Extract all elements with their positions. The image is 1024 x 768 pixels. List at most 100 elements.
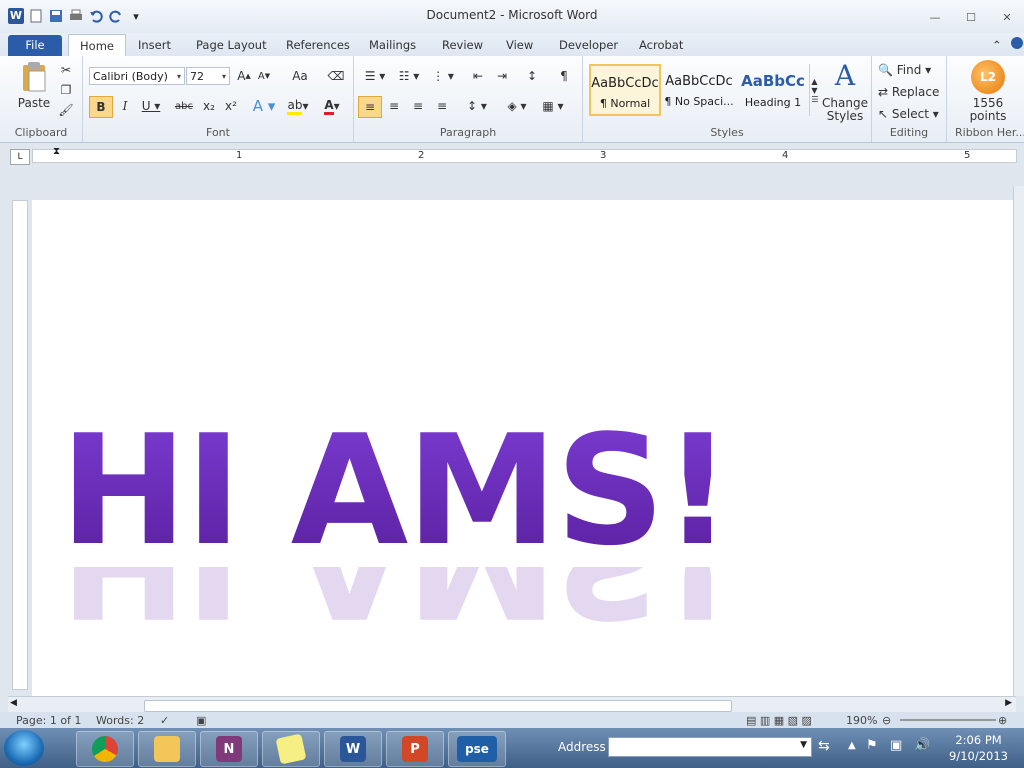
help-icon[interactable] [1010,36,1024,54]
tab-review[interactable]: Review [442,36,483,54]
style-normal[interactable]: AaBbCcDc ¶ Normal [589,64,661,116]
view-buttons-icon[interactable]: ▤ ▥ ▦ ▧ ▨ [746,714,812,727]
justify-icon[interactable]: ≡ [432,96,452,116]
taskbar-pse[interactable]: pse [448,731,506,767]
change-styles-icon[interactable]: A [823,59,867,92]
subscript-button[interactable]: x₂ [199,96,219,116]
ruler-bar[interactable]: ⧗ 1 2 3 4 5 [32,146,1017,163]
document-page[interactable]: HI AMS! HI AMS! [32,200,1017,696]
increase-indent-icon[interactable]: ⇥ [492,68,512,84]
font-family-select[interactable]: Calibri (Body) ▾ [89,67,185,85]
find-button[interactable]: 🔍 Find ▾ [878,62,942,78]
style-no-spacing[interactable]: AaBbCcDc ¶ No Spaci... [663,64,735,116]
word-count[interactable]: Words: 2 [96,714,144,727]
change-styles-button[interactable]: Change Styles [821,96,869,124]
tab-selector-icon[interactable]: L [10,149,30,165]
tab-insert[interactable]: Insert [138,36,171,54]
multilevel-list-icon[interactable]: ⋮ ▾ [428,68,458,84]
proofing-icon[interactable]: ✓ [160,714,169,727]
paste-icon[interactable] [14,60,54,94]
taskbar-word[interactable]: W [324,731,382,767]
shading-icon[interactable]: ◈ ▾ [502,96,532,116]
network-icon[interactable]: ▣ [890,738,902,753]
italic-button[interactable]: I [115,96,135,116]
tab-developer[interactable]: Developer [559,36,618,54]
start-button[interactable] [4,730,44,766]
superscript-button[interactable]: x² [221,96,241,116]
style-no-spacing-preview: AaBbCcDc [665,74,733,89]
font-color-icon[interactable]: A ▾ [317,96,347,116]
tab-file[interactable]: File [8,35,62,56]
styles-gallery-scroll[interactable]: ▲ ▼ ☰ [809,64,820,116]
zoom-level[interactable]: 190% [846,714,877,727]
shrink-font-icon[interactable]: A ▼ [255,68,273,84]
bullets-icon[interactable]: ☰ ▾ [360,68,390,84]
zoom-in-icon[interactable]: ⊕ [998,714,1007,727]
underline-button[interactable]: U ▾ [139,96,163,116]
change-case-button[interactable]: Aa [287,68,313,84]
tab-acrobat[interactable]: Acrobat [639,36,683,54]
horizontal-scroll-thumb[interactable] [144,700,732,712]
action-center-icon[interactable]: ⚑ [866,738,878,753]
indent-marker-icon[interactable]: ⧗ [53,146,60,157]
ribbon-hero-level-icon[interactable]: L2 [971,60,1005,94]
address-dropdown-icon[interactable]: ▼ [800,740,807,750]
select-icon: ↖ [878,107,892,121]
show-hidden-icons-icon[interactable]: ▲ [848,740,856,751]
system-clock[interactable]: 2:06 PM 9/10/2013 [949,732,1008,764]
minimize-button[interactable]: — [926,10,944,24]
zoom-slider[interactable] [900,719,996,721]
strikethrough-button[interactable]: abc [173,96,195,116]
font-size-select[interactable]: 72 ▾ [186,67,230,85]
tab-page-layout[interactable]: Page Layout [196,36,267,54]
taskbar-chrome[interactable] [76,731,134,767]
paste-button[interactable]: Paste [14,96,54,110]
document-text[interactable]: HI AMS! [60,415,732,567]
align-center-icon[interactable]: ≡ [384,96,404,116]
format-painter-icon[interactable]: 🖌 [56,102,76,118]
macro-icon[interactable]: ▣ [196,714,206,727]
numbering-icon[interactable]: ☷ ▾ [394,68,424,84]
style-normal-preview: AaBbCcDc [591,76,659,91]
sticky-notes-icon [275,733,307,765]
highlight-color-icon[interactable]: ab ▾ [283,96,313,116]
scroll-right-icon[interactable]: ▶ [1005,698,1012,708]
taskbar-sticky-notes[interactable] [262,731,320,767]
address-input[interactable]: ▼ [608,737,812,757]
scroll-left-icon[interactable]: ◀ [10,698,17,708]
style-heading-1[interactable]: AaBbCc Heading 1 [737,64,809,116]
tab-mailings[interactable]: Mailings [369,36,416,54]
horizontal-scrollbar[interactable]: ◀ ▶ [8,696,1016,713]
align-right-icon[interactable]: ≡ [408,96,428,116]
minimize-ribbon-icon[interactable]: ⌃ [992,36,1002,54]
volume-icon[interactable]: 🔊 [914,738,930,753]
tab-references[interactable]: References [286,36,350,54]
grow-font-icon[interactable]: A ▲ [235,68,253,84]
sort-icon[interactable]: ↕ [522,68,542,84]
clear-formatting-icon[interactable]: ⌫ [327,68,345,84]
text-effects-icon[interactable]: A ▾ [251,96,277,116]
borders-icon[interactable]: ▦ ▾ [538,96,568,116]
align-left-icon[interactable]: ≡ [358,96,382,118]
select-button[interactable]: ↖ Select ▾ [878,106,942,122]
show-formatting-icon[interactable]: ¶ [554,68,574,84]
bold-button[interactable]: B [89,96,113,118]
close-button[interactable]: ✕ [998,10,1016,24]
taskbar-powerpoint[interactable]: P [386,731,444,767]
maximize-button[interactable]: ☐ [962,10,980,24]
cut-icon[interactable]: ✂ [56,62,76,78]
vertical-scrollbar[interactable] [1013,186,1024,696]
tab-home[interactable]: Home [68,34,126,57]
copy-icon[interactable]: ❐ [56,82,76,98]
zoom-out-icon[interactable]: ⊖ [882,714,891,727]
taskbar-explorer[interactable] [138,731,196,767]
refresh-icon[interactable]: ⇆ [818,738,830,754]
decrease-indent-icon[interactable]: ⇤ [468,68,488,84]
line-spacing-icon[interactable]: ↕ ▾ [464,96,490,116]
page-count[interactable]: Page: 1 of 1 [16,714,81,727]
taskbar-onenote[interactable]: N [200,731,258,767]
address-label: Address [558,740,606,754]
tab-view[interactable]: View [506,36,533,54]
title-bar: W ▾ Document2 - Microsoft Word — ☐ ✕ [0,0,1024,34]
replace-button[interactable]: ⇄ Replace [878,84,942,100]
